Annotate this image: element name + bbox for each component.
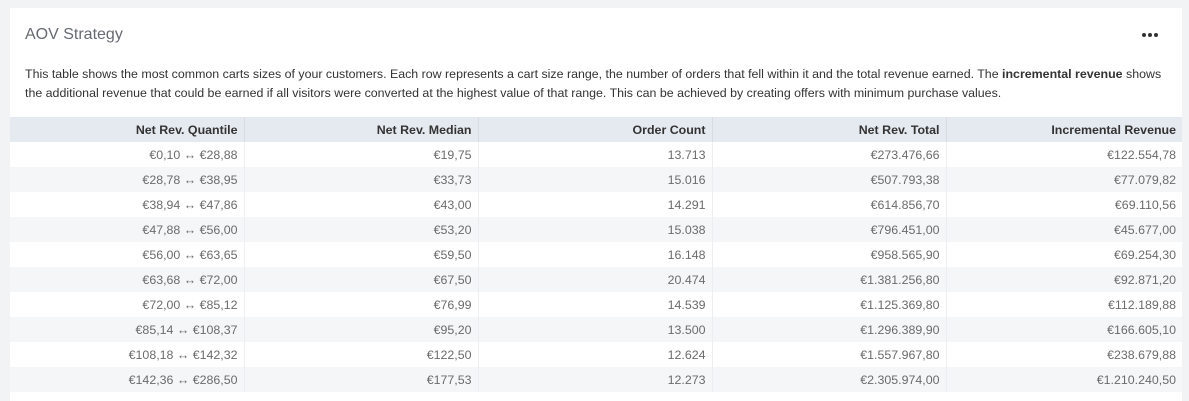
table-cell: €1.381.256,80	[712, 267, 947, 292]
table-cell: €43,00	[244, 192, 479, 217]
table-body: €0,10 ↔ €28,88 €19,75 13.713 €273.476,66 €12…	[10, 142, 1182, 392]
aov-table: Net Rev. Quantile Net Rev. Median Order …	[10, 117, 1182, 392]
dot	[1154, 33, 1158, 37]
table-cell: €614.856,70	[712, 192, 947, 217]
column-header[interactable]: Incremental Revenue	[946, 117, 1182, 142]
table-row: €47,88 ↔ €56,00 €53,20 15.038 €796.451,00 €4…	[10, 217, 1182, 242]
column-header[interactable]: Net Rev. Median	[244, 117, 479, 142]
description-text-1: This table shows the most common carts s…	[25, 67, 1003, 81]
table-cell: €77.079,82	[946, 167, 1182, 192]
table-cell: €122.554,78	[946, 142, 1182, 167]
card-description: This table shows the most common carts s…	[25, 65, 1165, 103]
table-cell: 13.500	[478, 317, 713, 342]
card-title: AOV Strategy	[25, 26, 123, 43]
table-cell: €0,10 ↔ €28,88	[10, 142, 245, 167]
table-cell: €166.605,10	[946, 317, 1182, 342]
dot	[1142, 33, 1146, 37]
table-cell: €76,99	[244, 292, 479, 317]
table-cell: €122,50	[244, 342, 479, 367]
table-cell: €19,75	[244, 142, 479, 167]
table-cell: €69.110,56	[946, 192, 1182, 217]
table-cell: €28,78 ↔ €38,95	[10, 167, 245, 192]
table-cell: €958.565,90	[712, 242, 947, 267]
table-cell: 13.713	[478, 142, 713, 167]
column-header[interactable]: Order Count	[478, 117, 713, 142]
table-cell: €1.557.967,80	[712, 342, 947, 367]
table-cell: 20.474	[478, 267, 713, 292]
table-cell: €56,00 ↔ €63,65	[10, 242, 245, 267]
table-cell: €67,50	[244, 267, 479, 292]
table-cell: 15.016	[478, 167, 713, 192]
table-cell: €53,20	[244, 217, 479, 242]
table-cell: €92.871,20	[946, 267, 1182, 292]
table-row: €108,18 ↔ €142,32 €122,50 12.624 €1.557.967…	[10, 342, 1182, 367]
table-cell: €33,73	[244, 167, 479, 192]
table-cell: 12.624	[478, 342, 713, 367]
table-row: €142,36 ↔ €286,50 €177,53 12.273 €2.305.974…	[10, 367, 1182, 392]
table-cell: €273.476,66	[712, 142, 947, 167]
table-cell: 15.038	[478, 217, 713, 242]
table-cell: €238.679,88	[946, 342, 1182, 367]
table-cell: €796.451,00	[712, 217, 947, 242]
table-row: €72,00 ↔ €85,12 €76,99 14.539 €1.125.369,80…	[10, 292, 1182, 317]
table-cell: €112.189,88	[946, 292, 1182, 317]
table-row: €28,78 ↔ €38,95 €33,73 15.016 €507.793,38 €7…	[10, 167, 1182, 192]
table-cell: €38,94 ↔ €47,86	[10, 192, 245, 217]
dot	[1148, 33, 1152, 37]
table-cell: €142,36 ↔ €286,50	[10, 367, 245, 392]
table-header-row: Net Rev. Quantile Net Rev. Median Order …	[10, 117, 1182, 142]
table-row: €38,94 ↔ €47,86 €43,00 14.291 €614.856,70 €6…	[10, 192, 1182, 217]
table-cell: 14.539	[478, 292, 713, 317]
table-row: €85,14 ↔ €108,37 €95,20 13.500 €1.296.389,9…	[10, 317, 1182, 342]
table-cell: €59,50	[244, 242, 479, 267]
table-row: €63,68 ↔ €72,00 €67,50 20.474 €1.381.256,80…	[10, 267, 1182, 292]
table-cell: 16.148	[478, 242, 713, 267]
table-cell: €1.125.369,80	[712, 292, 947, 317]
description-bold: incremental revenue	[1002, 67, 1123, 81]
table-row: €56,00 ↔ €63,65 €59,50 16.148 €958.565,90 €6…	[10, 242, 1182, 267]
table-cell: €72,00 ↔ €85,12	[10, 292, 245, 317]
table-cell: €85,14 ↔ €108,37	[10, 317, 245, 342]
table-cell: €45.677,00	[946, 217, 1182, 242]
table-cell: €69.254,30	[946, 242, 1182, 267]
column-header[interactable]: Net Rev. Total	[712, 117, 947, 142]
table-cell: €63,68 ↔ €72,00	[10, 267, 245, 292]
table-cell: €108,18 ↔ €142,32	[10, 342, 245, 367]
table-cell: €1.210.240,50	[946, 367, 1182, 392]
table-cell: €2.305.974,00	[712, 367, 947, 392]
table-cell: €95,20	[244, 317, 479, 342]
table-row: €0,10 ↔ €28,88 €19,75 13.713 €273.476,66 €12…	[10, 142, 1182, 167]
table-cell: 14.291	[478, 192, 713, 217]
aov-strategy-card: AOV Strategy This table shows the most c…	[10, 8, 1182, 401]
column-header[interactable]: Net Rev. Quantile	[10, 117, 245, 142]
more-options-icon[interactable]	[1142, 32, 1158, 38]
table-cell: €47,88 ↔ €56,00	[10, 217, 245, 242]
table-cell: €507.793,38	[712, 167, 947, 192]
table-cell: €1.296.389,90	[712, 317, 947, 342]
table-cell: 12.273	[478, 367, 713, 392]
table-cell: €177,53	[244, 367, 479, 392]
